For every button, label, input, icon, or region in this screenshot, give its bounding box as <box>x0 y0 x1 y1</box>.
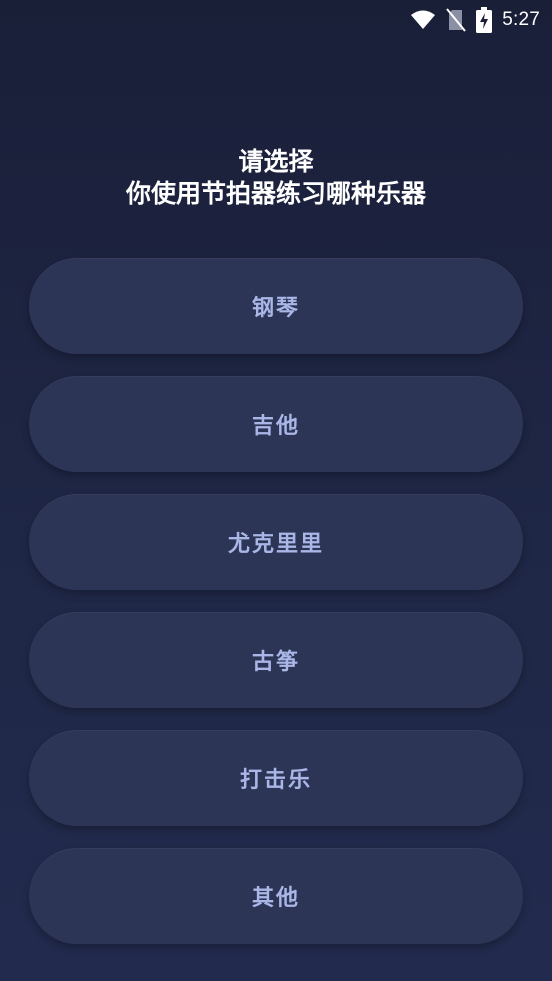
choice-ukulele-button[interactable]: 尤克里里 <box>29 494 523 590</box>
wifi-icon <box>410 10 436 30</box>
title-line-1: 请选择 <box>238 147 314 176</box>
choice-guzheng-button[interactable]: 古筝 <box>29 612 523 708</box>
choice-piano-button[interactable]: 钢琴 <box>29 258 523 354</box>
choice-label: 吉他 <box>251 414 300 439</box>
instrument-choice-list: 钢琴 吉他 尤克里里 古筝 打击乐 其他 <box>29 258 523 966</box>
status-icons: 5:27 <box>410 6 540 34</box>
title-line-2: 你使用节拍器练习哪种乐器 <box>125 179 426 208</box>
page-title: 请选择 你使用节拍器练习哪种乐器 <box>0 146 552 210</box>
choice-label: 其他 <box>251 886 300 911</box>
status-bar: 5:27 <box>0 0 552 40</box>
choice-label: 钢琴 <box>251 296 300 321</box>
status-time: 5:27 <box>502 9 540 30</box>
battery-charging-icon <box>476 7 493 33</box>
choice-label: 尤克里里 <box>227 532 324 557</box>
choice-other-button[interactable]: 其他 <box>29 848 523 944</box>
no-sim-icon <box>446 8 466 32</box>
choice-percussion-button[interactable]: 打击乐 <box>29 730 523 826</box>
choice-label: 古筝 <box>251 650 300 675</box>
choice-guitar-button[interactable]: 吉他 <box>29 376 523 472</box>
choice-label: 打击乐 <box>239 768 312 793</box>
